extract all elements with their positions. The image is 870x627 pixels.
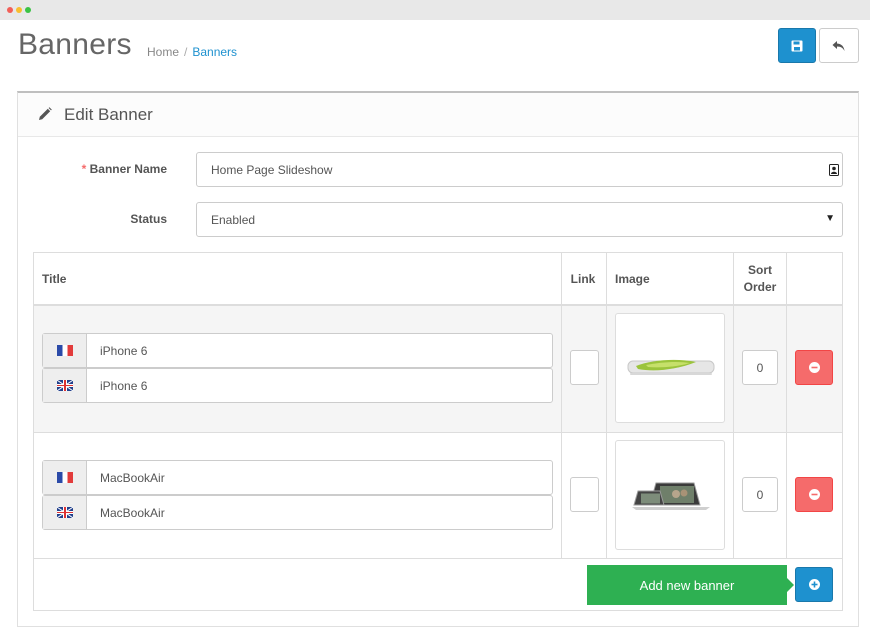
macbook-air-image bbox=[632, 482, 710, 510]
plus-circle-icon bbox=[808, 579, 820, 590]
title-input-en-gb[interactable]: iPhone 6 bbox=[42, 368, 553, 403]
column-divider bbox=[606, 253, 607, 558]
reply-arrow-icon bbox=[832, 40, 845, 51]
maximize-window-dot[interactable] bbox=[25, 7, 31, 13]
flag-fr-icon bbox=[43, 334, 87, 367]
breadcrumb-separator: / bbox=[184, 45, 188, 59]
breadcrumb-home-link[interactable]: Home bbox=[147, 45, 179, 59]
close-window-dot[interactable] bbox=[7, 7, 13, 13]
column-header-image: Image bbox=[615, 271, 650, 286]
status-label: Status bbox=[130, 212, 167, 226]
banner-image-thumbnail[interactable] bbox=[615, 440, 725, 550]
contact-card-icon bbox=[829, 164, 839, 176]
column-divider bbox=[561, 253, 562, 558]
flag-gb-icon bbox=[43, 369, 87, 402]
save-button[interactable] bbox=[778, 28, 816, 63]
remove-banner-button[interactable] bbox=[795, 477, 833, 512]
title-value: iPhone 6 bbox=[100, 343, 148, 358]
link-input[interactable] bbox=[570, 350, 599, 385]
column-header-title: Title bbox=[42, 271, 67, 286]
title-input-en-gb[interactable]: MacBookAir bbox=[42, 495, 553, 530]
banner-name-input[interactable]: Home Page Slideshow bbox=[196, 152, 843, 187]
title-input-fr[interactable]: MacBookAir bbox=[42, 460, 553, 495]
iphone-6-image bbox=[627, 359, 715, 375]
status-value: Enabled bbox=[211, 212, 256, 227]
banner-image-thumbnail[interactable] bbox=[615, 313, 725, 423]
sort-order-input[interactable]: 0 bbox=[742, 350, 778, 385]
column-divider bbox=[786, 253, 787, 558]
add-banner-button[interactable] bbox=[795, 567, 833, 602]
flag-fr-icon bbox=[43, 461, 87, 494]
window-titlebar bbox=[0, 0, 870, 20]
title-value: iPhone 6 bbox=[100, 378, 148, 393]
sort-header-line2: Order bbox=[743, 279, 777, 294]
column-divider bbox=[733, 253, 734, 558]
sort-header-line1: Sort bbox=[748, 262, 772, 277]
link-input[interactable] bbox=[570, 477, 599, 512]
minus-circle-icon bbox=[808, 489, 820, 500]
title-value: MacBookAir bbox=[100, 505, 165, 520]
banner-images-table: Title Link Image Sort Order iPhone 6 iPh… bbox=[33, 252, 843, 611]
title-input-fr[interactable]: iPhone 6 bbox=[42, 333, 553, 368]
banner-name-label: * Banner Name bbox=[40, 162, 167, 176]
row-divider bbox=[34, 558, 842, 559]
title-value: MacBookAir bbox=[100, 470, 165, 485]
remove-banner-button[interactable] bbox=[795, 350, 833, 385]
sort-order-input[interactable]: 0 bbox=[742, 477, 778, 512]
pencil-icon bbox=[39, 107, 52, 120]
panel-heading: Edit Banner bbox=[18, 93, 858, 137]
minimize-window-dot[interactable] bbox=[16, 7, 22, 13]
chevron-down-icon: ▼ bbox=[825, 213, 835, 224]
banner-name-value: Home Page Slideshow bbox=[211, 162, 333, 177]
status-select[interactable]: Enabled ▼ bbox=[196, 202, 843, 237]
floppy-disk-icon bbox=[791, 40, 803, 51]
column-header-link: Link bbox=[570, 271, 596, 286]
minus-circle-icon bbox=[808, 362, 820, 373]
browser-window: Banners Home / Banners Edit Banner * Banne… bbox=[0, 0, 870, 627]
flag-gb-icon bbox=[43, 496, 87, 529]
breadcrumb-banners-link[interactable]: Banners bbox=[192, 45, 237, 59]
row-divider bbox=[34, 432, 842, 433]
back-button[interactable] bbox=[819, 28, 859, 63]
column-header-sort-order: Sort Order bbox=[734, 253, 786, 304]
panel-title: Edit Banner bbox=[64, 105, 153, 124]
page-title: Banners bbox=[18, 28, 132, 61]
breadcrumb: Home / Banners bbox=[147, 45, 237, 59]
required-asterisk: * bbox=[81, 162, 87, 176]
add-banner-tooltip: Add new banner bbox=[587, 565, 794, 605]
banner-name-label-text: Banner Name bbox=[89, 162, 167, 176]
